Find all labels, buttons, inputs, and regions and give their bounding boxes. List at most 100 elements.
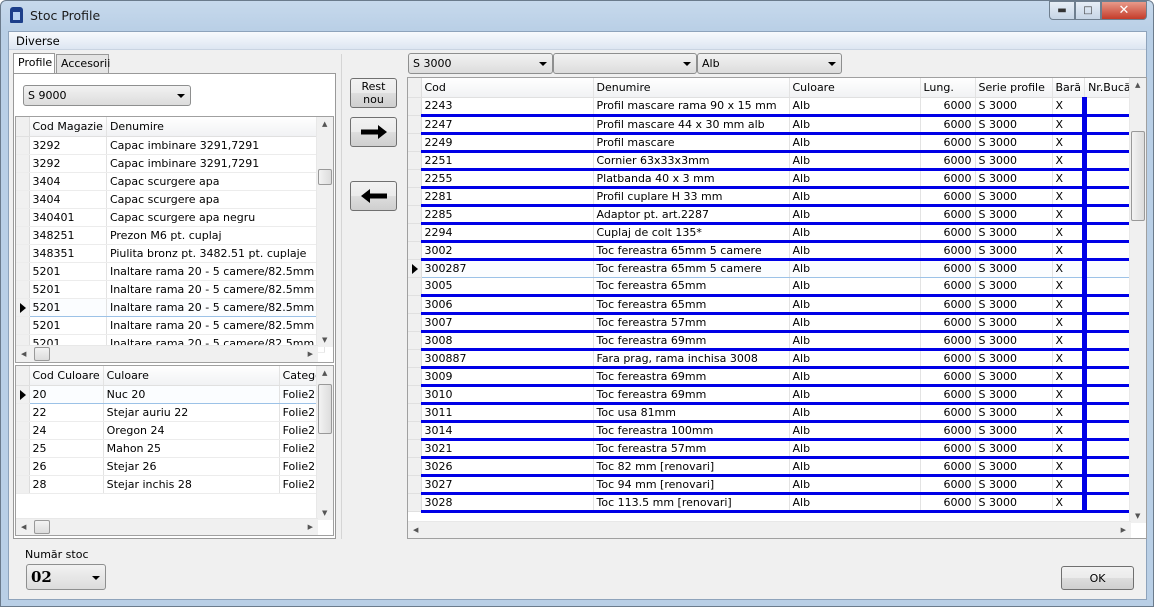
row-header[interactable]	[408, 241, 422, 260]
table-cell[interactable]: X	[1052, 313, 1088, 333]
table-cell[interactable]: 6000	[920, 439, 976, 459]
table-cell[interactable]: 6000	[920, 385, 976, 405]
column-header[interactable]: Denumire	[593, 78, 790, 98]
table-row[interactable]: 3292 Capac imbinare 3291,7291	[16, 136, 325, 155]
row-header[interactable]	[408, 403, 422, 422]
ok-button[interactable]: OK	[1061, 566, 1134, 590]
table-cell[interactable]: Alb	[789, 349, 921, 369]
table-cell[interactable]: Capac imbinare 3291,7291	[106, 154, 325, 173]
table-cell[interactable]: 6000	[920, 187, 976, 207]
table-cell[interactable]: X	[1052, 403, 1088, 423]
row-header[interactable]	[16, 154, 30, 173]
table-cell[interactable]: X	[1052, 97, 1088, 117]
table-cell[interactable]: 2285	[421, 205, 594, 225]
table-row[interactable]: 2285 Adaptor pt. art.2287 Alb 6000 S 3000 X	[408, 205, 1142, 225]
table-cell[interactable]: Stejar inchis 28	[103, 475, 280, 494]
add-right-button[interactable]	[350, 117, 397, 147]
scroll-up-icon[interactable]: ▲	[322, 120, 327, 128]
table-cell[interactable]: Adaptor pt. art.2287	[593, 205, 790, 225]
tab-accesorii[interactable]: Accesorii	[56, 54, 110, 74]
scrollbar-thumb[interactable]	[318, 384, 332, 434]
table-cell[interactable]: 2294	[421, 223, 594, 243]
table-cell[interactable]: 300287	[421, 258, 594, 278]
table-cell[interactable]: S 3000	[975, 421, 1053, 441]
table-cell[interactable]: 3027	[421, 475, 594, 495]
table-cell[interactable]: S 3000	[975, 151, 1053, 171]
table-row[interactable]: 300287 Toc fereastra 65mm 5 camere Alb 6000…	[408, 258, 1142, 278]
table-cell[interactable]: X	[1052, 187, 1088, 207]
table-cell[interactable]: S 3000	[975, 439, 1053, 459]
table-row[interactable]: 348251 Prezon M6 pt. cuplaj	[16, 226, 325, 245]
column-header[interactable]: Culoare	[789, 78, 921, 98]
table-cell[interactable]: 5201	[29, 316, 107, 335]
table-cell[interactable]: 6000	[920, 241, 976, 261]
table-cell[interactable]: S 3000	[975, 385, 1053, 405]
table-cell[interactable]: Alb	[789, 97, 921, 117]
table-cell[interactable]: Nuc 20	[103, 384, 280, 404]
row-header[interactable]	[16, 190, 30, 209]
table-row[interactable]: 3014 Toc fereastra 100mm Alb 6000 S 3000 X	[408, 421, 1142, 441]
stock-number-select[interactable]: 02	[26, 564, 106, 590]
row-header[interactable]	[16, 172, 30, 191]
scroll-right-icon[interactable]: ▶	[1121, 526, 1126, 534]
table-cell[interactable]: 3005	[421, 277, 594, 297]
table-cell[interactable]: 300887	[421, 349, 594, 369]
table-cell[interactable]: Inaltare rama 20 - 5 camere/82.5mm	[106, 262, 325, 281]
table-cell[interactable]: Toc fereastra 65mm	[593, 277, 790, 297]
table-cell[interactable]: 28	[29, 475, 104, 494]
scroll-down-icon[interactable]: ▼	[1135, 512, 1140, 520]
table-row[interactable]: 300887 Fara prag, rama inchisa 3008 Alb 600…	[408, 349, 1142, 369]
column-header[interactable]: Culoare	[103, 366, 280, 386]
table-row[interactable]: 24 Oregon 24 Folie2	[16, 421, 331, 440]
table-row[interactable]: 2243 Profil mascare rama 90 x 15 mm Alb 600…	[408, 97, 1142, 117]
table-cell[interactable]: 3292	[29, 136, 107, 155]
table-cell[interactable]: 2249	[421, 133, 594, 153]
scrollbar-thumb[interactable]	[318, 169, 332, 185]
row-header[interactable]	[408, 493, 422, 512]
row-header[interactable]	[408, 349, 422, 368]
table-cell[interactable]: S 3000	[975, 403, 1053, 423]
row-header[interactable]	[16, 385, 30, 404]
row-header[interactable]	[16, 316, 30, 335]
table-cell[interactable]: 25	[29, 439, 104, 458]
table-cell[interactable]: S 3000	[975, 187, 1053, 207]
table-row[interactable]: 3008 Toc fereastra 69mm Alb 6000 S 3000 X	[408, 331, 1142, 351]
table-row[interactable]: 3009 Toc fereastra 69mm Alb 6000 S 3000 X	[408, 367, 1142, 387]
table-cell[interactable]: Alb	[789, 151, 921, 171]
table-cell[interactable]: 6000	[920, 151, 976, 171]
table-cell[interactable]: X	[1052, 277, 1088, 297]
row-header[interactable]	[16, 208, 30, 227]
filter-color-select[interactable]: Alb	[697, 53, 842, 74]
table-cell[interactable]: 6000	[920, 169, 976, 189]
table-cell[interactable]: Inaltare rama 20 - 5 camere/82.5mm	[106, 280, 325, 299]
table-cell[interactable]: X	[1052, 439, 1088, 459]
table-cell[interactable]: Stejar auriu 22	[103, 403, 280, 422]
table-cell[interactable]: Alb	[789, 475, 921, 495]
table-cell[interactable]: Toc 82 mm [renovari]	[593, 457, 790, 477]
row-header[interactable]	[408, 115, 422, 134]
table-cell[interactable]: 3007	[421, 313, 594, 333]
row-header[interactable]	[408, 421, 422, 440]
table-cell[interactable]: 3010	[421, 385, 594, 405]
table-row[interactable]: 5201 Inaltare rama 20 - 5 camere/82.5mm	[16, 262, 325, 281]
row-header[interactable]	[16, 136, 30, 155]
remove-left-button[interactable]	[350, 181, 397, 211]
scroll-left-icon[interactable]: ◀	[21, 350, 26, 358]
scroll-up-icon[interactable]: ▲	[1135, 81, 1140, 89]
table-row[interactable]: 5201 Inaltare rama 20 - 5 camere/82.5mm	[16, 316, 325, 335]
table-cell[interactable]: Cornier 63x33x3mm	[593, 151, 790, 171]
table-cell[interactable]: Alb	[789, 331, 921, 351]
table-cell[interactable]: Alb	[789, 133, 921, 153]
row-header[interactable]	[408, 187, 422, 206]
table-cell[interactable]: Alb	[789, 277, 921, 297]
table-cell[interactable]: Toc 113.5 mm [renovari]	[593, 493, 790, 513]
table-row[interactable]: 2255 Platbanda 40 x 3 mm Alb 6000 S 3000 X	[408, 169, 1142, 189]
title-bar[interactable]: Stoc Profile ▬ □ ✕	[1, 1, 1153, 31]
table-cell[interactable]: 2247	[421, 115, 594, 135]
row-header[interactable]	[408, 457, 422, 476]
table-row[interactable]: 2249 Profil mascare Alb 6000 S 3000 X	[408, 133, 1142, 153]
table-cell[interactable]: Capac imbinare 3291,7291	[106, 136, 325, 155]
row-header[interactable]	[408, 475, 422, 494]
table-cell[interactable]: 6000	[920, 493, 976, 513]
colors-vertical-scrollbar[interactable]: ▲ ▼	[316, 366, 333, 520]
